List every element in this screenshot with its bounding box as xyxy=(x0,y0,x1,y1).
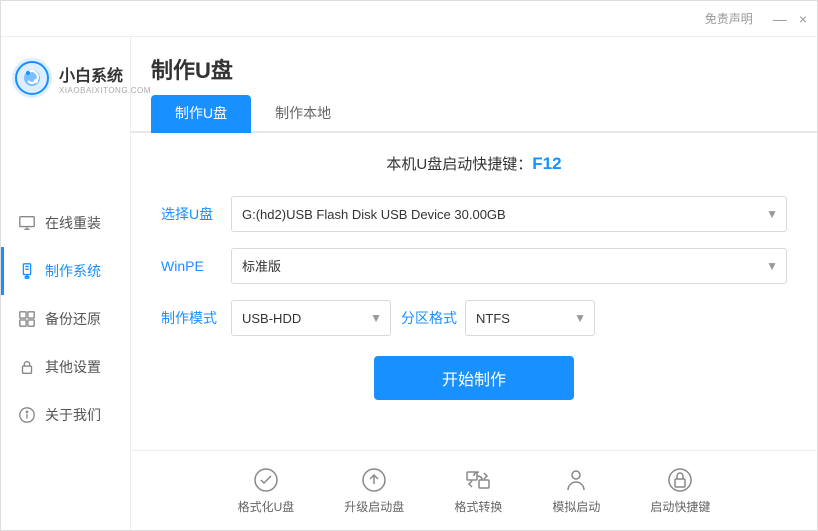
logo-area: 小白系统 XIAOBAIXITONG.COM xyxy=(1,47,130,119)
close-button[interactable]: × xyxy=(799,12,807,26)
usb-icon xyxy=(17,261,37,281)
grid-icon xyxy=(17,309,37,329)
page-title: 制作U盘 xyxy=(151,53,233,85)
swap-icon xyxy=(464,466,492,494)
make-mode-control[interactable]: USB-HDD ▼ xyxy=(231,300,391,336)
shortcut-prefix: 本机U盘启动快捷键： xyxy=(386,156,532,173)
lock-icon xyxy=(17,357,37,377)
sidebar-item-make-system[interactable]: 制作系统 xyxy=(1,247,130,295)
winpe-control[interactable]: 标准版 ▼ xyxy=(231,248,787,284)
content-area: 制作U盘 制作U盘 制作本地 本机U盘启动快捷键：F12 选择U盘 G xyxy=(131,37,817,530)
sidebar-label-online-reinstall: 在线重装 xyxy=(45,213,101,233)
sidebar-item-about-us[interactable]: 关于我们 xyxy=(1,391,130,439)
bottom-toolbar: 格式化U盘 升级启动盘 xyxy=(131,450,817,530)
toolbar-item-simulate-boot[interactable]: 模拟启动 xyxy=(552,466,600,515)
main-layout: 小白系统 XIAOBAIXITONG.COM 在线重装 xyxy=(1,37,817,530)
toolbar-label-format-usb: 格式化U盘 xyxy=(238,498,295,515)
toolbar-item-format-convert[interactable]: 格式转换 xyxy=(454,466,502,515)
lock-circle-icon xyxy=(666,466,694,494)
disclaimer-link[interactable]: 免责声明 xyxy=(705,10,753,27)
sidebar-label-backup-restore: 备份还原 xyxy=(45,309,101,329)
sidebar: 小白系统 XIAOBAIXITONG.COM 在线重装 xyxy=(1,37,131,530)
sidebar-items: 在线重装 制作系统 xyxy=(1,199,130,439)
monitor-icon xyxy=(17,213,37,233)
form-area: 本机U盘启动快捷键：F12 选择U盘 G:(hd2)USB Flash Disk… xyxy=(131,133,817,450)
make-mode-select[interactable]: USB-HDD xyxy=(232,301,390,335)
person-icon xyxy=(562,466,590,494)
make-mode-label: 制作模式 xyxy=(161,308,231,328)
shortcut-hint: 本机U盘启动快捷键：F12 xyxy=(161,153,787,174)
sidebar-item-backup-restore[interactable]: 备份还原 xyxy=(1,295,130,343)
logo-icon xyxy=(11,57,53,99)
tabs-bar: 制作U盘 制作本地 xyxy=(131,95,817,133)
toolbar-label-boot-shortcut: 启动快捷键 xyxy=(650,498,710,515)
winpe-row: WinPE 标准版 ▼ xyxy=(161,248,787,284)
toolbar-item-upgrade-boot[interactable]: 升级启动盘 xyxy=(344,466,404,515)
toolbar-item-format-usb[interactable]: 格式化U盘 xyxy=(238,466,295,515)
start-button[interactable]: 开始制作 xyxy=(374,356,574,400)
toolbar-label-format-convert: 格式转换 xyxy=(454,498,502,515)
sidebar-item-other-settings[interactable]: 其他设置 xyxy=(1,343,130,391)
toolbar-item-boot-shortcut[interactable]: 启动快捷键 xyxy=(650,466,710,515)
arrow-up-circle-icon xyxy=(360,466,388,494)
main-window: 免责声明 — × 小白系统 xyxy=(0,0,818,531)
shortcut-key: F12 xyxy=(532,154,561,173)
partition-format-select[interactable]: NTFS xyxy=(466,301,594,335)
partition-format-control[interactable]: NTFS ▼ xyxy=(465,300,595,336)
tab-make-local[interactable]: 制作本地 xyxy=(251,95,355,133)
toolbar-label-simulate-boot: 模拟启动 xyxy=(552,498,600,515)
sidebar-item-online-reinstall[interactable]: 在线重装 xyxy=(1,199,130,247)
minimize-button[interactable]: — xyxy=(773,12,787,26)
window-controls: — × xyxy=(773,12,807,26)
select-usb-row: 选择U盘 G:(hd2)USB Flash Disk USB Device 30… xyxy=(161,196,787,232)
winpe-label: WinPE xyxy=(161,258,231,274)
select-usb-label: 选择U盘 xyxy=(161,204,231,224)
toolbar-label-upgrade-boot: 升级启动盘 xyxy=(344,498,404,515)
make-mode-row: 制作模式 USB-HDD ▼ 分区格式 NTFS ▼ xyxy=(161,300,787,336)
info-icon xyxy=(17,405,37,425)
content-header: 制作U盘 xyxy=(131,37,817,85)
title-bar: 免责声明 — × xyxy=(1,1,817,37)
select-usb-select[interactable]: G:(hd2)USB Flash Disk USB Device 30.00GB xyxy=(232,197,786,231)
sidebar-label-make-system: 制作系统 xyxy=(45,261,101,281)
tab-make-usb[interactable]: 制作U盘 xyxy=(151,95,251,133)
winpe-select[interactable]: 标准版 xyxy=(232,249,786,283)
select-usb-control[interactable]: G:(hd2)USB Flash Disk USB Device 30.00GB… xyxy=(231,196,787,232)
check-circle-icon xyxy=(252,466,280,494)
partition-format-label: 分区格式 xyxy=(401,308,457,328)
sidebar-label-about-us: 关于我们 xyxy=(45,405,101,425)
sidebar-label-other-settings: 其他设置 xyxy=(45,357,101,377)
